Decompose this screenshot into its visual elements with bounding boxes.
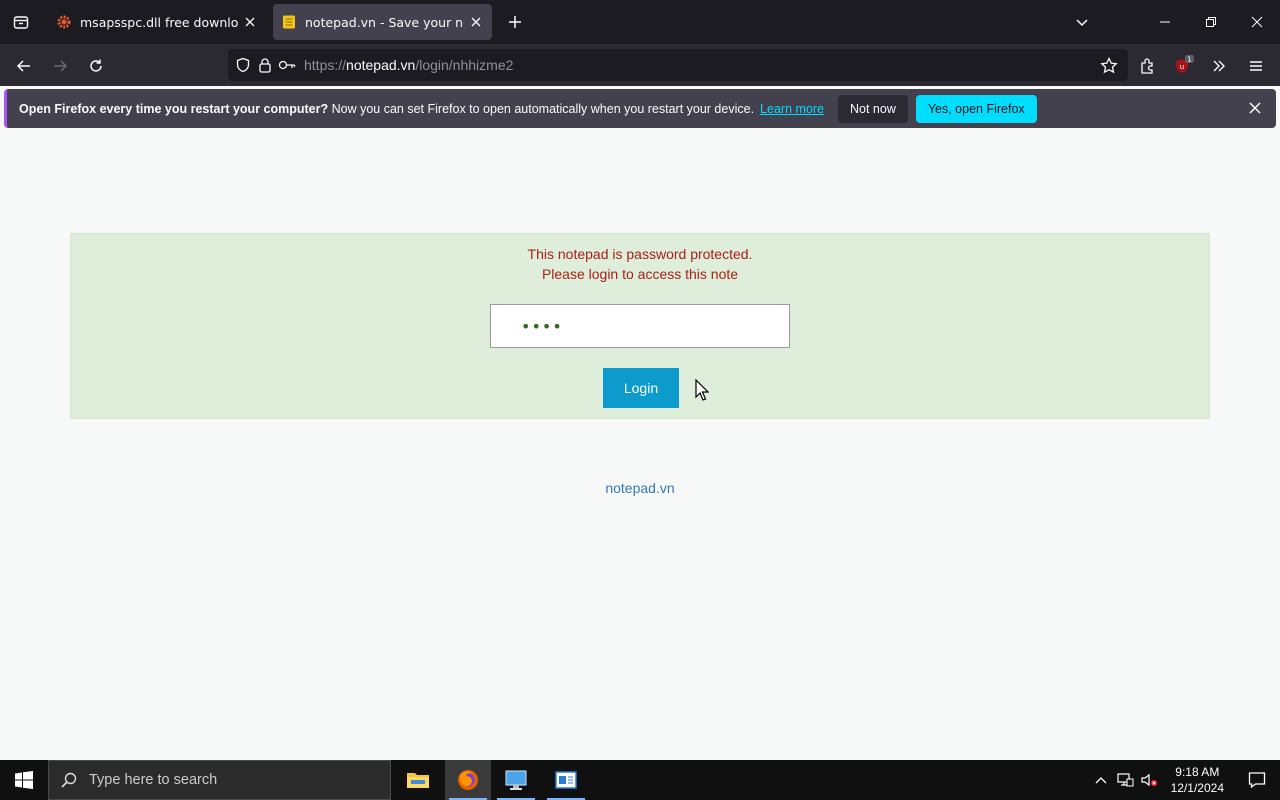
start-button[interactable] [0,760,48,800]
taskbar-clock[interactable]: 9:18 AM 12/1/2024 [1161,764,1234,796]
svg-text:u: u [1180,63,1184,71]
app-menu-button[interactable] [1242,52,1270,80]
restart-notification-bar: Open Firefox every time you restart your… [4,89,1276,128]
bookmark-star-button[interactable] [1095,52,1123,80]
login-button[interactable]: Login [603,368,679,408]
tab-title: notepad.vn - Save your notes, Sh [305,14,464,30]
windows-logo-icon [15,771,33,789]
gear-icon [56,14,72,30]
shield-icon[interactable] [232,54,254,76]
tab-notepad[interactable]: notepad.vn - Save your notes, Sh [273,4,492,40]
windows-taskbar: Type here to search 9:18 AM 12/1/2024 [0,760,1280,800]
more-tools-button[interactable] [1205,52,1233,80]
app-window-taskbar-button[interactable] [543,760,589,800]
lock-icon[interactable] [254,54,276,76]
clock-date: 12/1/2024 [1170,781,1224,795]
ublock-shield-icon: u1 [1176,55,1194,73]
hamburger-menu-icon [1250,61,1262,71]
url-bar[interactable]: https://notepad.vn/login/nhhizme2 [228,49,1128,81]
notification-speech-bubble-icon [1248,772,1266,789]
login-panel: This notepad is password protected. Plea… [70,233,1210,419]
star-icon [1100,57,1118,74]
notification-title: Open Firefox every time you restart your… [19,101,329,116]
navigation-toolbar: https://notepad.vn/login/nhhizme2 u1 [0,44,1280,86]
password-input[interactable]: •••• [490,304,790,348]
protected-message: This notepad is password protected. Plea… [527,246,753,282]
volume-muted-icon[interactable] [1137,760,1161,800]
close-tab-icon[interactable] [468,14,484,30]
page-content: This notepad is password protected. Plea… [0,132,1280,760]
tab-bar: msapsspc.dll free download | DLL notepad… [0,0,1280,44]
reload-icon [90,59,102,72]
chevron-down-icon [1076,19,1088,27]
file-explorer-taskbar-button[interactable] [395,760,441,800]
forward-arrow-icon [54,60,68,72]
tab-title: msapsspc.dll free download | DLL [80,14,238,30]
ublock-extension-button[interactable]: u1 [1170,52,1198,80]
folder-icon [407,773,429,788]
learn-more-link[interactable]: Learn more [760,102,824,116]
firefox-view-button[interactable] [0,0,42,44]
remote-desktop-taskbar-button[interactable] [493,760,539,800]
extension-badge: 1 [1187,56,1191,64]
back-button[interactable] [10,52,38,80]
monitor-icon [505,770,527,790]
tab-msapsspc[interactable]: msapsspc.dll free download | DLL [48,4,266,40]
window-app-icon [555,771,577,789]
puzzle-icon [1141,58,1153,74]
search-icon [61,772,77,788]
back-arrow-icon [16,60,30,72]
close-icon [1251,16,1263,28]
network-icon[interactable] [1113,760,1137,800]
forward-button[interactable] [46,52,74,80]
list-all-tabs-button[interactable] [1070,10,1094,34]
mouse-cursor-icon [695,379,709,401]
key-icon[interactable] [276,54,298,76]
not-now-button[interactable]: Not now [837,94,908,123]
restore-button[interactable] [1188,0,1234,44]
system-tray: 9:18 AM 12/1/2024 [1089,760,1280,800]
clock-time: 9:18 AM [1175,765,1220,779]
close-tab-icon[interactable] [242,14,258,30]
action-center-button[interactable] [1234,760,1280,800]
firefox-taskbar-button[interactable] [445,760,491,800]
notification-text: Now you can set Firefox to open automati… [331,101,755,116]
firefox-view-icon [13,16,29,29]
new-tab-button[interactable] [503,10,527,34]
yes-open-firefox-button[interactable]: Yes, open Firefox [915,94,1037,123]
plus-icon [509,16,521,28]
minimize-icon [1160,21,1170,23]
extensions-button[interactable] [1134,52,1162,80]
minimize-button[interactable] [1142,0,1188,44]
search-placeholder: Type here to search [89,772,218,788]
taskbar-search-box[interactable]: Type here to search [48,760,391,800]
firefox-icon [458,770,478,790]
notepad-home-link[interactable]: notepad.vn [0,480,1280,496]
restore-icon [1206,17,1216,27]
notepad-icon [281,14,297,30]
close-window-button[interactable] [1234,0,1280,44]
reload-button[interactable] [82,52,110,80]
double-chevron-right-icon [1213,60,1225,72]
show-hidden-icons-chevron-up-icon[interactable] [1089,760,1113,800]
url-text: https://notepad.vn/login/nhhizme2 [304,57,514,73]
close-notification-icon[interactable] [1244,97,1266,119]
